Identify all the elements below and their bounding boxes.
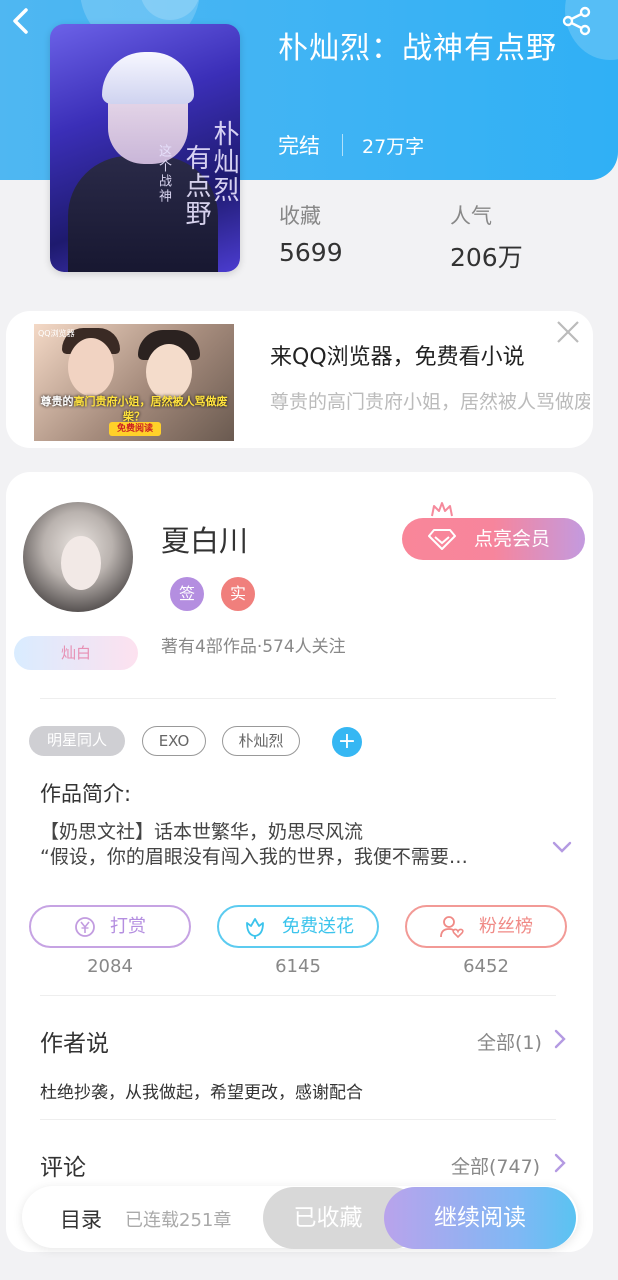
continue-reading-button[interactable]: 继续阅读	[384, 1187, 576, 1249]
ad-caption-part: ，居然被人骂做废柴？	[123, 395, 228, 423]
tag-star-fanfic[interactable]: 明星同人	[29, 726, 125, 756]
yuan-coin-icon	[75, 917, 95, 937]
author-says-heading: 作者说	[40, 1031, 109, 1057]
ad-caption-part: 尊贵的	[40, 395, 74, 408]
diamond-icon	[428, 529, 456, 550]
send-flower-label: 免费送花	[282, 916, 354, 937]
author-says-more[interactable]: 全部(1)	[477, 1028, 542, 1055]
back-arrow-icon[interactable]	[6, 4, 40, 38]
send-flower-button[interactable]: 免费送花	[217, 905, 379, 948]
signed-badge: 签	[170, 577, 204, 611]
chevron-right-icon[interactable]	[553, 1028, 567, 1050]
intro-line: 【奶思文社】话本世繁华，奶思尽风流	[40, 821, 364, 843]
ad-figure-face	[68, 338, 114, 396]
ad-logo: QQ浏览器	[38, 329, 75, 338]
divider	[40, 698, 556, 699]
chevron-down-icon[interactable]	[550, 838, 574, 856]
popularity-label: 人气	[450, 204, 492, 228]
tip-label: 打赏	[110, 916, 146, 937]
favorites-value: 5699	[279, 238, 343, 267]
author-name[interactable]: 夏白川	[161, 518, 248, 560]
ad-description[interactable]: 尊贵的高门贵府小姐，居然被人骂做废柴？	[270, 389, 590, 415]
comments-heading: 评论	[40, 1155, 86, 1181]
divider	[342, 134, 343, 156]
fans-ranking-label: 粉丝榜	[479, 916, 533, 937]
fans-ranking-button[interactable]: 粉丝榜	[405, 905, 567, 948]
book-title: 朴灿烈：战神有点野	[278, 31, 557, 66]
ad-title[interactable]: 来QQ浏览器，免费看小说	[270, 339, 525, 371]
book-word-count: 27万字	[362, 136, 425, 158]
tip-button[interactable]: 打赏	[29, 905, 191, 948]
cover-hair	[102, 52, 194, 104]
avatar-face	[61, 536, 101, 590]
intro-heading: 作品简介:	[40, 782, 132, 806]
user-heart-icon	[440, 916, 464, 939]
favorites-label: 收藏	[279, 204, 321, 228]
intro-text[interactable]: 【奶思文社】话本世繁华，奶思尽风流 “假设，你的眉眼没有闯入我的世界，我便不需要…	[40, 820, 510, 870]
ad-banner[interactable]: QQ浏览器 尊贵的高门贵府小姐，居然被人骂做废柴？ 免费阅读 来QQ浏览器，免费…	[6, 311, 593, 448]
ad-image-caption: 尊贵的高门贵府小姐，居然被人骂做废柴？	[34, 394, 234, 424]
ad-figure-face	[146, 344, 192, 400]
tag-park-chanyeol[interactable]: 朴灿烈	[222, 726, 300, 756]
ad-caption-highlight: 高门贵府小姐	[73, 395, 140, 408]
comments-more[interactable]: 全部(747)	[451, 1152, 540, 1179]
ad-image-button[interactable]: 免费阅读	[109, 422, 161, 436]
cover-subtitle-text: 这个战神	[156, 144, 171, 204]
fans-count: 6452	[463, 956, 509, 977]
flower-icon	[246, 918, 264, 939]
divider	[40, 1119, 556, 1120]
chapter-count: 已连载251章	[125, 1210, 232, 1231]
tag-exo[interactable]: EXO	[142, 726, 206, 756]
verified-badge: 实	[221, 577, 255, 611]
author-meta: 著有4部作品·574人关注	[161, 637, 346, 657]
vip-button[interactable]: 点亮会员	[402, 518, 585, 560]
book-cover[interactable]: 朴灿烈 有点野 这个战神	[50, 24, 240, 272]
divider	[40, 995, 556, 996]
chevron-right-icon[interactable]	[553, 1152, 567, 1174]
add-tag-button[interactable]: +	[332, 727, 362, 757]
book-status: 完结	[278, 134, 320, 158]
popularity-value: 206万	[450, 243, 523, 272]
flower-count: 6145	[275, 956, 321, 977]
crown-icon	[431, 502, 453, 517]
vip-button-label: 点亮会员	[474, 528, 551, 550]
cover-title-text: 有点野	[181, 144, 211, 228]
close-icon[interactable]	[555, 319, 581, 345]
catalog-button[interactable]: 目录	[60, 1204, 102, 1234]
intro-line: “假设，你的眉眼没有闯入我的世界，我便不需要…	[40, 846, 468, 868]
fan-badge: 灿白	[14, 636, 138, 670]
ad-image[interactable]: QQ浏览器 尊贵的高门贵府小姐，居然被人骂做废柴？ 免费阅读	[34, 324, 234, 441]
tip-count: 2084	[87, 956, 133, 977]
author-says-text: 杜绝抄袭，从我做起，希望更改，感谢配合	[40, 1083, 363, 1103]
author-avatar[interactable]	[23, 502, 133, 612]
